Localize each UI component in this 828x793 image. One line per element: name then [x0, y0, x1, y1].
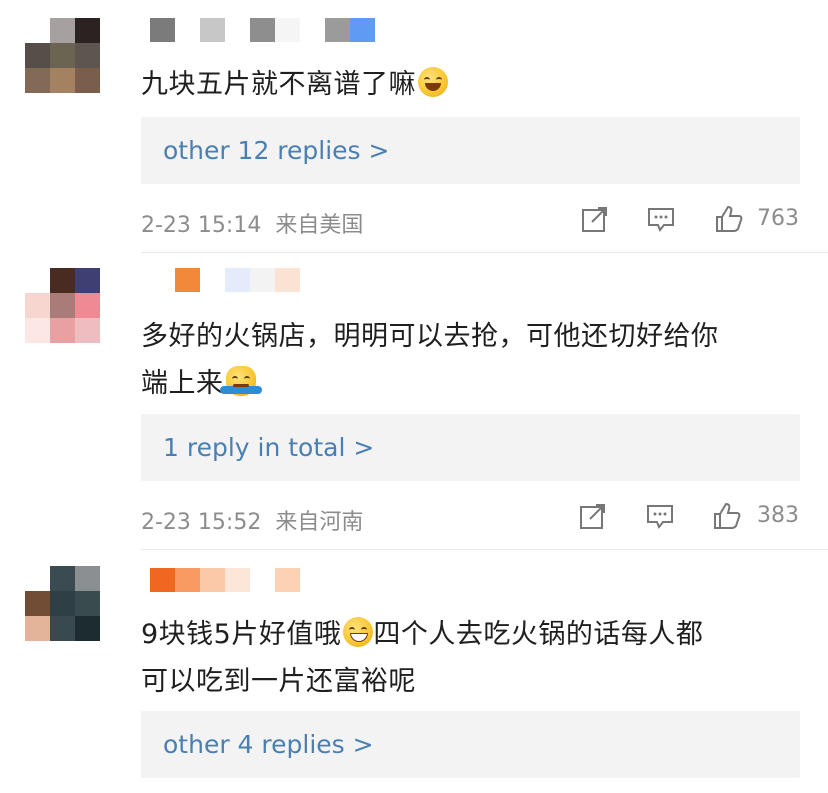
avatar-pixel	[50, 616, 75, 641]
username-pixel	[175, 568, 200, 592]
avatar-pixel	[25, 591, 50, 616]
comment-text: 9块钱5片好值哦 四个人去吃火锅的话每人都 可以吃到一片还富裕呢	[141, 611, 801, 705]
forward-icon[interactable]	[578, 501, 608, 531]
avatar-pixel	[25, 18, 50, 43]
username-pixel	[250, 568, 275, 592]
grinning-emoji-icon	[343, 617, 374, 647]
username-pixel	[225, 18, 250, 42]
comment-icon[interactable]	[646, 204, 676, 234]
username[interactable]	[150, 568, 300, 592]
comment-icon[interactable]	[645, 501, 675, 531]
avatar[interactable]	[25, 18, 100, 93]
replies-label: other 4 replies >	[163, 730, 374, 759]
avatar-pixel	[25, 68, 50, 93]
avatar-pixel	[75, 293, 100, 318]
username-pixel	[250, 18, 275, 42]
avatar-pixel	[75, 68, 100, 93]
avatar[interactable]	[25, 566, 100, 641]
avatar-pixel	[50, 43, 75, 68]
location: 来自美国	[275, 213, 364, 238]
comment-text: 九块五片就不离谱了嘛	[141, 61, 801, 108]
avatar-pixel	[25, 318, 50, 343]
username[interactable]	[175, 268, 300, 292]
avatar-pixel	[50, 293, 75, 318]
username-pixel	[275, 268, 300, 292]
avatar-pixel	[50, 318, 75, 343]
username-pixel	[275, 18, 300, 42]
username-pixel	[175, 268, 200, 292]
replies-label: other 12 replies >	[163, 136, 390, 165]
comment-line: 多好的火锅店，明明可以去抢，可他还切好给你	[141, 321, 719, 352]
divider	[141, 252, 828, 253]
username-pixel	[150, 18, 175, 42]
like-count: 383	[757, 503, 799, 528]
avatar-pixel	[50, 268, 75, 293]
avatar-pixel	[25, 566, 50, 591]
comment-meta: 2-23 15:52 来自河南 383	[141, 498, 801, 535]
username-pixel	[200, 18, 225, 42]
avatar-pixel	[25, 268, 50, 293]
avatar-pixel	[25, 43, 50, 68]
like-icon[interactable]	[712, 501, 742, 531]
avatar-pixel	[50, 591, 75, 616]
like-icon[interactable]	[714, 204, 744, 234]
avatar-pixel	[75, 616, 100, 641]
username-pixel	[225, 568, 250, 592]
username-pixel	[150, 568, 175, 592]
avatar-pixel	[75, 566, 100, 591]
timestamp: 2-23 15:14	[141, 213, 262, 238]
comment-text: 多好的火锅店，明明可以去抢，可他还切好给你 端上来	[141, 313, 801, 407]
comment-line: 端上来	[141, 368, 224, 399]
avatar-pixel	[75, 18, 100, 43]
avatar-pixel	[75, 43, 100, 68]
comment-line: 9块钱5片好值哦	[141, 619, 342, 650]
replies-link[interactable]: other 4 replies >	[141, 711, 800, 778]
username-pixel	[300, 18, 325, 42]
username-pixel	[200, 268, 225, 292]
replies-link[interactable]: other 12 replies >	[141, 117, 800, 184]
username-pixel	[325, 18, 350, 42]
username-pixel	[225, 268, 250, 292]
username-pixel	[250, 268, 275, 292]
avatar-pixel	[50, 68, 75, 93]
replies-link[interactable]: 1 reply in total >	[141, 414, 800, 481]
comment-line: 可以吃到一片还富裕呢	[141, 666, 416, 697]
username-pixel	[350, 18, 375, 42]
avatar-pixel	[75, 591, 100, 616]
avatar-pixel	[75, 318, 100, 343]
divider	[141, 549, 828, 550]
avatar[interactable]	[25, 268, 100, 343]
username-pixel	[200, 568, 225, 592]
avatar-pixel	[25, 293, 50, 318]
location: 来自河南	[275, 510, 364, 535]
avatar-pixel	[50, 566, 75, 591]
avatar-pixel	[50, 18, 75, 43]
forward-icon[interactable]	[580, 204, 610, 234]
avatar-pixel	[75, 268, 100, 293]
username-pixel	[275, 568, 300, 592]
like-count: 763	[757, 206, 799, 231]
shrug-emoji-icon	[219, 366, 262, 396]
replies-label: 1 reply in total >	[163, 433, 375, 462]
comment-line: 四个人去吃火锅的话每人都	[373, 619, 704, 650]
laughing-tears-emoji-icon	[418, 67, 448, 97]
avatar-pixel	[25, 616, 50, 641]
comment-meta: 2-23 15:14 来自美国 763	[141, 201, 801, 238]
username-pixel	[175, 18, 200, 42]
username[interactable]	[150, 18, 375, 42]
timestamp: 2-23 15:52	[141, 510, 262, 535]
